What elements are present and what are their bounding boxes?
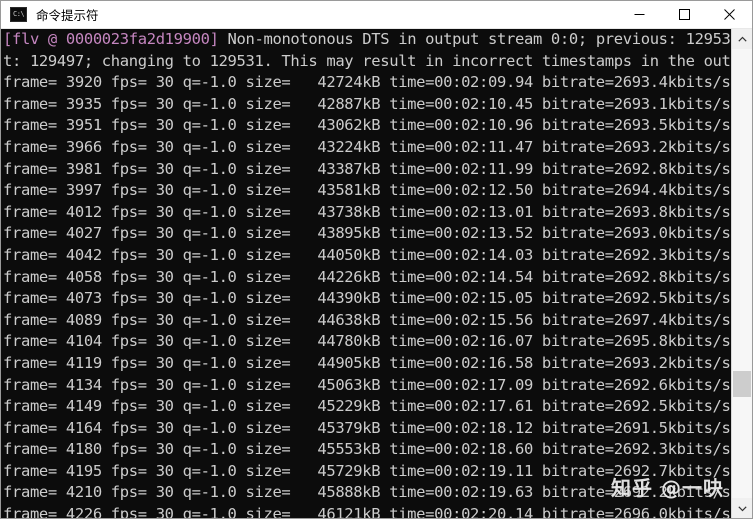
console-line-text: frame= 3951 fps= 30 q=-1.0 size= 43062kB… — [3, 116, 731, 135]
scroll-down-arrow[interactable] — [732, 498, 752, 518]
console-line-tag: [flv @ 0000023fa2d19900] — [3, 30, 219, 48]
console-line: frame= 4195 fps= 30 q=-1.0 size= 45729kB… — [3, 461, 731, 483]
console-line-text: frame= 4012 fps= 30 q=-1.0 size= 43738kB… — [3, 202, 731, 221]
cmd-icon-glyph: C:\ — [13, 10, 25, 18]
console-line: [flv @ 0000023fa2d19900] Non-monotonous … — [3, 29, 731, 51]
minimize-button[interactable] — [617, 1, 662, 28]
console-line-text: t: 129497; changing to 129531. This may … — [3, 51, 731, 70]
console-line: frame= 4134 fps= 30 q=-1.0 size= 45063kB… — [3, 375, 731, 397]
console-line-text: frame= 4210 fps= 30 q=-1.0 size= 45888kB… — [3, 483, 731, 502]
console-output[interactable]: [flv @ 0000023fa2d19900] Non-monotonous … — [1, 29, 731, 518]
close-button[interactable] — [707, 1, 752, 28]
console-area: [flv @ 0000023fa2d19900] Non-monotonous … — [1, 29, 752, 518]
console-line-text: frame= 3920 fps= 30 q=-1.0 size= 42724kB… — [3, 73, 731, 92]
cmd-icon: C:\ — [10, 7, 27, 22]
console-line: frame= 3997 fps= 30 q=-1.0 size= 43581kB… — [3, 180, 731, 202]
console-line-text: frame= 4164 fps= 30 q=-1.0 size= 45379kB… — [3, 418, 731, 437]
console-line: frame= 4058 fps= 30 q=-1.0 size= 44226kB… — [3, 267, 731, 289]
console-line-text: frame= 4073 fps= 30 q=-1.0 size= 44390kB… — [3, 289, 731, 308]
console-line: frame= 3951 fps= 30 q=-1.0 size= 43062kB… — [3, 115, 731, 137]
console-line-text: frame= 4042 fps= 30 q=-1.0 size= 44050kB… — [3, 245, 731, 264]
console-line: frame= 3981 fps= 30 q=-1.0 size= 43387kB… — [3, 159, 731, 181]
console-line: frame= 4089 fps= 30 q=-1.0 size= 44638kB… — [3, 310, 731, 332]
console-line-text: frame= 3966 fps= 30 q=-1.0 size= 43224kB… — [3, 137, 731, 156]
console-line: frame= 4073 fps= 30 q=-1.0 size= 44390kB… — [3, 288, 731, 310]
console-line: frame= 3966 fps= 30 q=-1.0 size= 43224kB… — [3, 137, 731, 159]
console-line: frame= 4226 fps= 30 q=-1.0 size= 46121kB… — [3, 504, 731, 518]
console-line: frame= 4119 fps= 30 q=-1.0 size= 44905kB… — [3, 353, 731, 375]
maximize-button[interactable] — [662, 1, 707, 28]
console-line-text: frame= 4104 fps= 30 q=-1.0 size= 44780kB… — [3, 332, 731, 351]
scrollbar-track[interactable] — [732, 49, 752, 498]
console-line-text: frame= 4180 fps= 30 q=-1.0 size= 45553kB… — [3, 440, 731, 459]
window-title: 命令提示符 — [36, 8, 99, 23]
window-controls — [617, 1, 752, 28]
console-line: frame= 4104 fps= 30 q=-1.0 size= 44780kB… — [3, 331, 731, 353]
console-line-text: frame= 4027 fps= 30 q=-1.0 size= 43895kB… — [3, 224, 731, 243]
console-line: frame= 4027 fps= 30 q=-1.0 size= 43895kB… — [3, 223, 731, 245]
console-line: frame= 4042 fps= 30 q=-1.0 size= 44050kB… — [3, 245, 731, 267]
console-line-text: frame= 4089 fps= 30 q=-1.0 size= 44638kB… — [3, 310, 731, 329]
scroll-up-arrow[interactable] — [732, 29, 752, 49]
title-bar[interactable]: C:\ 命令提示符 — [1, 1, 752, 29]
console-line: t: 129497; changing to 129531. This may … — [3, 51, 731, 73]
console-line: frame= 3920 fps= 30 q=-1.0 size= 42724kB… — [3, 72, 731, 94]
console-line-text: Non-monotonous DTS in output stream 0:0;… — [227, 30, 731, 48]
console-line-text: frame= 4119 fps= 30 q=-1.0 size= 44905kB… — [3, 353, 731, 372]
console-line: frame= 4210 fps= 30 q=-1.0 size= 45888kB… — [3, 482, 731, 504]
console-line-text: frame= 4058 fps= 30 q=-1.0 size= 44226kB… — [3, 267, 731, 286]
console-line: frame= 3935 fps= 30 q=-1.0 size= 42887kB… — [3, 94, 731, 116]
console-line-text: frame= 4149 fps= 30 q=-1.0 size= 45229kB… — [3, 397, 731, 416]
console-line: frame= 4180 fps= 30 q=-1.0 size= 45553kB… — [3, 439, 731, 461]
vertical-scrollbar[interactable] — [731, 29, 752, 518]
console-line: frame= 4164 fps= 30 q=-1.0 size= 45379kB… — [3, 418, 731, 440]
console-line-text: frame= 3997 fps= 30 q=-1.0 size= 43581kB… — [3, 181, 731, 200]
console-line-text: frame= 4226 fps= 30 q=-1.0 size= 46121kB… — [3, 505, 731, 518]
console-line-text: frame= 3935 fps= 30 q=-1.0 size= 42887kB… — [3, 94, 731, 113]
console-line: frame= 4012 fps= 30 q=-1.0 size= 43738kB… — [3, 202, 731, 224]
scrollbar-thumb[interactable] — [733, 371, 751, 397]
console-line-text: frame= 4134 fps= 30 q=-1.0 size= 45063kB… — [3, 375, 731, 394]
console-line: frame= 4149 fps= 30 q=-1.0 size= 45229kB… — [3, 396, 731, 418]
console-line-text: frame= 4195 fps= 30 q=-1.0 size= 45729kB… — [3, 461, 731, 480]
title-bar-left: C:\ 命令提示符 — [1, 5, 617, 24]
command-prompt-window: C:\ 命令提示符 [flv @ 0000023fa2d19900] Non-m… — [0, 0, 753, 519]
console-line-text: frame= 3981 fps= 30 q=-1.0 size= 43387kB… — [3, 159, 731, 178]
